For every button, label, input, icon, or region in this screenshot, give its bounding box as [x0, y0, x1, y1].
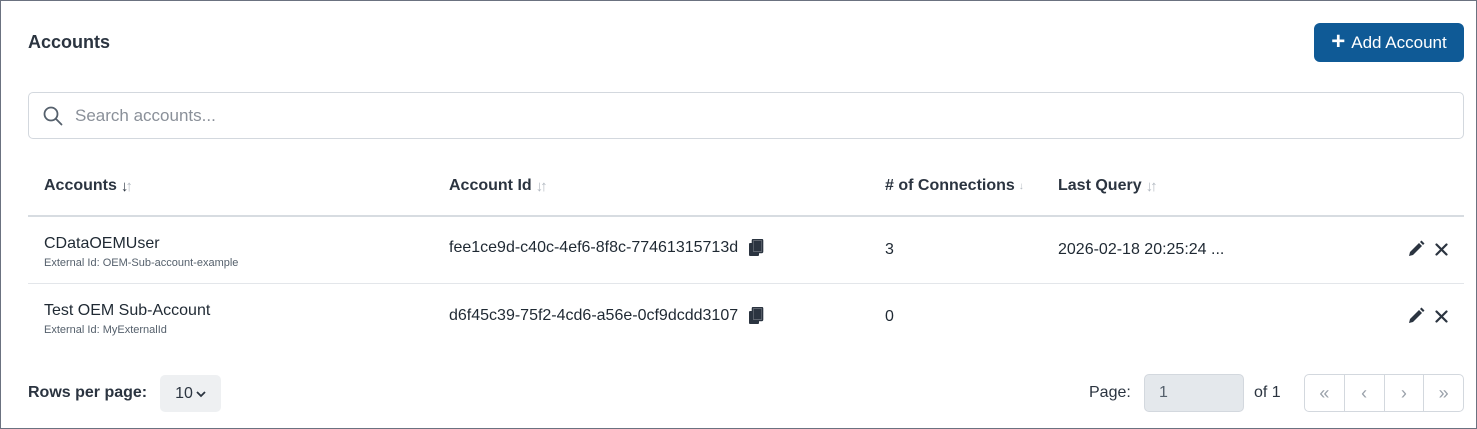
next-page-button[interactable]: › — [1385, 375, 1425, 411]
last-query: 2026-02-18 20:25:24 ... — [1058, 241, 1225, 258]
add-account-label: Add Account — [1351, 32, 1447, 52]
column-header-accounts[interactable]: Accounts ↓↑ — [44, 177, 133, 195]
plus-icon: + — [1331, 27, 1346, 55]
search-input[interactable] — [73, 92, 1463, 139]
sort-icon[interactable]: ↓↑ — [536, 178, 548, 195]
account-id-cell: d6f45c39-75f2-4cd6-a56e-0cf9dcdd3107 — [449, 307, 764, 325]
header-divider — [28, 215, 1464, 217]
account-name: Test OEM Sub-Account — [44, 302, 211, 319]
edit-icon[interactable] — [1407, 240, 1425, 258]
sort-descending-icon[interactable]: ↓↑ — [121, 178, 133, 195]
add-account-button[interactable]: + Add Account — [1314, 23, 1464, 62]
copy-icon[interactable] — [748, 239, 764, 257]
search-icon — [43, 106, 63, 125]
previous-page-button[interactable]: ‹ — [1345, 375, 1385, 411]
column-header-account-id[interactable]: Account Id ↓↑ — [449, 177, 548, 195]
column-header-connections[interactable]: # of Connections ↓ — [885, 177, 1024, 195]
page-label: Page: — [1089, 384, 1131, 401]
page-number-input[interactable] — [1144, 374, 1244, 412]
rows-per-page-value: 10 — [175, 384, 193, 402]
rows-per-page-select[interactable]: 10 — [160, 375, 221, 412]
double-chevron-right-icon: » — [1438, 382, 1449, 403]
double-chevron-left-icon: « — [1319, 382, 1330, 403]
table-row-account-cell: Test OEM Sub-Account External Id: MyExte… — [44, 302, 210, 336]
external-id: External Id: OEM-Sub-account-example — [44, 257, 239, 269]
account-id: d6f45c39-75f2-4cd6-a56e-0cf9dcdd3107 — [449, 307, 739, 324]
accounts-panel: Accounts + Add Account Accounts ↓↑ Accou… — [0, 0, 1477, 429]
external-id: External Id: MyExternalId — [44, 324, 167, 336]
connections-count: 3 — [885, 241, 894, 258]
chevron-left-icon: ‹ — [1361, 382, 1368, 403]
rows-per-page-label: Rows per page: — [28, 384, 148, 401]
account-id-cell: fee1ce9d-c40c-4ef6-8f8c-77461315713d — [449, 239, 764, 257]
chevron-right-icon: › — [1400, 382, 1407, 403]
account-id: fee1ce9d-c40c-4ef6-8f8c-77461315713d — [449, 239, 739, 256]
table-row-account-cell: CDataOEMUser External Id: OEM-Sub-accoun… — [44, 235, 238, 269]
edit-icon[interactable] — [1407, 307, 1425, 325]
chevron-down-icon — [196, 390, 206, 397]
account-name: CDataOEMUser — [44, 235, 160, 252]
page-total: of 1 — [1254, 384, 1281, 401]
last-page-button[interactable]: » — [1424, 375, 1463, 411]
row-divider — [28, 283, 1464, 284]
column-header-last-query[interactable]: Last Query ↓↑ — [1058, 177, 1158, 195]
connections-count: 0 — [885, 308, 894, 325]
sort-icon[interactable]: ↓↑ — [1146, 178, 1158, 195]
first-page-button[interactable]: « — [1305, 375, 1345, 411]
sort-icon[interactable]: ↓ — [1019, 181, 1024, 192]
pagination-controls: « ‹ › » — [1304, 374, 1464, 412]
copy-icon[interactable] — [748, 307, 764, 325]
search-box[interactable] — [28, 92, 1464, 139]
page-title: Accounts — [28, 32, 111, 52]
delete-icon[interactable] — [1435, 243, 1448, 256]
delete-icon[interactable] — [1435, 310, 1448, 323]
